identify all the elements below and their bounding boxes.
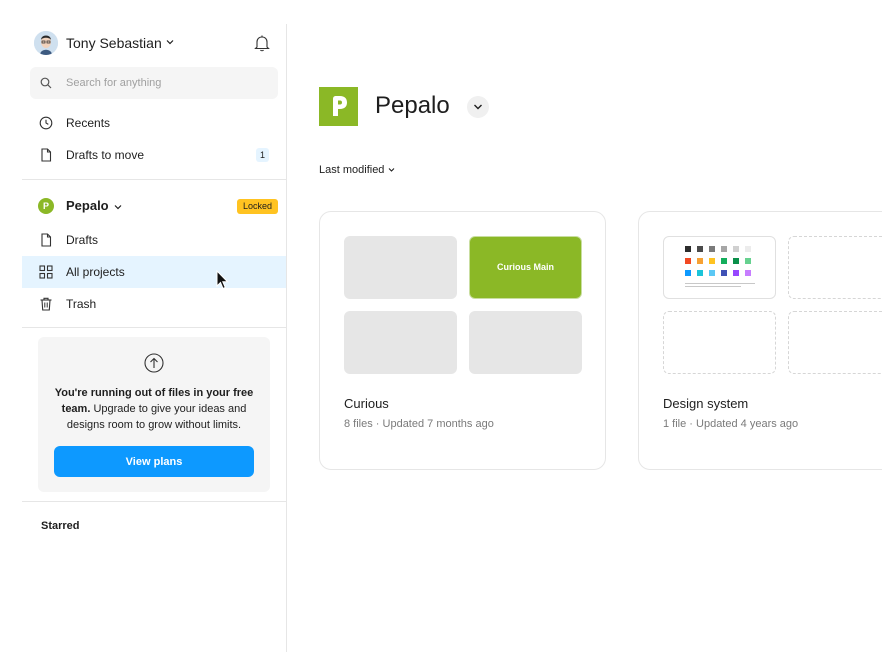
project-card-curious[interactable]: Curious Main Curious 8 files · Updated 7… — [319, 211, 606, 470]
project-meta: 8 files · Updated 7 months ago — [344, 418, 494, 430]
color-swatch — [685, 270, 691, 276]
search-bar[interactable] — [30, 67, 278, 99]
color-swatch — [721, 258, 727, 264]
nav-item-label: Recents — [66, 116, 111, 130]
divider — [22, 501, 286, 502]
grid-icon — [39, 265, 53, 279]
nav-item-label: Drafts to move — [66, 148, 145, 162]
file-thumbnail[interactable] — [344, 311, 457, 374]
color-swatch — [685, 246, 691, 252]
chevron-down-icon — [389, 168, 395, 172]
color-swatch — [721, 246, 727, 252]
file-thumbnail[interactable] — [469, 311, 582, 374]
chevron-down-icon — [474, 104, 482, 110]
sidebar: Tony Sebastian Recents Drafts to move 1 — [22, 24, 287, 652]
divider — [22, 179, 286, 180]
user-menu[interactable]: Tony Sebastian — [22, 24, 287, 64]
color-swatch — [733, 258, 739, 264]
sort-dropdown[interactable]: Last modified — [319, 164, 395, 176]
color-swatch — [709, 258, 715, 264]
main-content: Pepalo Last modified Curious Main Curiou… — [288, 0, 882, 652]
color-swatch — [709, 270, 715, 276]
text-line — [685, 286, 741, 287]
divider — [22, 327, 286, 328]
team-options-button[interactable] — [467, 96, 489, 118]
count-badge: 1 — [256, 148, 269, 162]
color-swatch — [745, 258, 751, 264]
chevron-down-icon — [166, 40, 174, 45]
chevron-down-icon — [114, 205, 122, 210]
file-icon — [41, 233, 52, 247]
file-icon — [41, 148, 52, 162]
color-swatch — [697, 270, 703, 276]
nav-item-label: Trash — [66, 297, 97, 311]
team-logo-large — [319, 87, 358, 126]
nav-item-recents[interactable]: Recents — [22, 107, 286, 139]
color-swatch — [697, 258, 703, 264]
team-logo: P — [38, 198, 54, 214]
color-swatch — [745, 270, 751, 276]
color-swatch — [733, 246, 739, 252]
starred-heading: Starred — [41, 520, 80, 532]
nav-item-drafts[interactable]: Drafts — [22, 224, 286, 256]
project-title: Design system — [663, 396, 749, 411]
team-name: Pepalo — [66, 198, 109, 213]
search-input[interactable] — [66, 67, 266, 99]
view-plans-button[interactable]: View plans — [54, 446, 254, 477]
color-swatch — [733, 270, 739, 276]
nav-item-trash[interactable]: Trash — [22, 288, 286, 320]
team-switcher[interactable]: P Pepalo Locked — [22, 194, 286, 220]
trash-icon — [40, 297, 52, 311]
file-thumbnail[interactable]: Curious Main — [469, 236, 582, 299]
color-swatch — [721, 270, 727, 276]
project-meta: 1 file · Updated 4 years ago — [663, 418, 799, 430]
empty-thumbnail — [663, 311, 776, 374]
avatar — [34, 31, 58, 55]
text-line — [685, 283, 755, 284]
project-card-design-system[interactable]: Design system 1 file · Updated 4 years a… — [638, 211, 882, 470]
file-thumbnail[interactable] — [663, 236, 776, 299]
nav-item-label: Drafts — [66, 233, 99, 247]
nav-item-all-projects[interactable]: All projects — [22, 256, 286, 288]
upgrade-message: You're running out of files in your free… — [50, 385, 258, 433]
color-swatch — [697, 246, 703, 252]
clock-icon — [39, 116, 53, 130]
upgrade-message-rest: Upgrade to give your ideas and designs r… — [66, 403, 247, 431]
locked-badge: Locked — [237, 199, 278, 214]
arrow-up-circle-icon — [144, 353, 164, 373]
empty-thumbnail — [788, 236, 882, 299]
nav-item-drafts-to-move[interactable]: Drafts to move 1 — [22, 139, 286, 171]
color-swatch — [709, 246, 715, 252]
user-name: Tony Sebastian — [66, 35, 162, 51]
empty-thumbnail — [788, 311, 882, 374]
file-thumbnail[interactable] — [344, 236, 457, 299]
project-title: Curious — [344, 396, 389, 411]
search-icon — [40, 77, 52, 89]
mouse-cursor — [216, 270, 229, 290]
upgrade-banner: You're running out of files in your free… — [38, 337, 270, 492]
page-title: Pepalo — [375, 92, 450, 119]
color-swatch — [745, 246, 751, 252]
bell-icon[interactable] — [254, 34, 270, 52]
nav-item-label: All projects — [66, 265, 125, 279]
color-swatch — [685, 258, 691, 264]
sort-label: Last modified — [319, 164, 385, 176]
